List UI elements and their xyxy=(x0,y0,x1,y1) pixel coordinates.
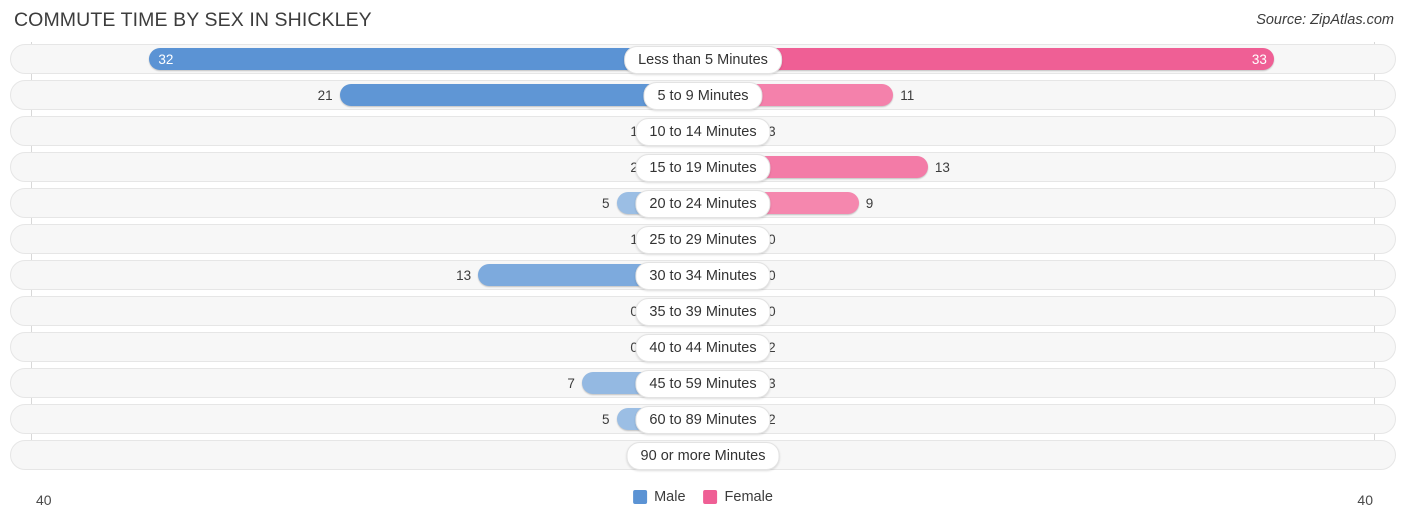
bar-value-male: 32 xyxy=(158,52,174,67)
bar-value-male: 5 xyxy=(601,196,610,211)
chart-row: 0 2 40 to 44 Minutes xyxy=(10,332,1396,362)
axis-label-left: 40 xyxy=(36,492,52,508)
chart-row: 1 3 10 to 14 Minutes xyxy=(10,116,1396,146)
legend-swatch-female-icon xyxy=(703,490,718,504)
category-label-pill: 90 or more Minutes xyxy=(626,442,780,470)
category-label-pill: 25 to 29 Minutes xyxy=(635,226,771,254)
bar-value-male: 13 xyxy=(456,268,472,283)
bar-value-female: 33 xyxy=(1251,52,1267,67)
chart-row: 0 0 35 to 39 Minutes xyxy=(10,296,1396,326)
chart-row: 0090 or more Minutes xyxy=(10,440,1396,470)
legend-item-male[interactable]: Male xyxy=(633,489,686,505)
legend-label-male: Male xyxy=(654,489,686,505)
bar-value-male: 7 xyxy=(567,376,575,391)
chart-row: 13 0 30 to 34 Minutes xyxy=(10,260,1396,290)
category-label-pill: Less than 5 Minutes xyxy=(624,46,782,74)
bar-value-female: 9 xyxy=(865,196,874,211)
chart-row: 2 13 15 to 19 Minutes xyxy=(10,152,1396,182)
category-label-pill: 40 to 44 Minutes xyxy=(635,334,771,362)
chart-row: 1 0 25 to 29 Minutes xyxy=(10,224,1396,254)
source-attribution: Source: ZipAtlas.com xyxy=(1256,12,1394,28)
chart-header: COMMUTE TIME BY SEX IN SHICKLEY Source: … xyxy=(0,0,1406,42)
chart-row: 5 9 20 to 24 Minutes xyxy=(10,188,1396,218)
chart-plot-area: 32 33 Less than 5 Minutes 21 11 5 to 9 Minute… xyxy=(0,42,1406,483)
category-label-pill: 60 to 89 Minutes xyxy=(635,406,771,434)
bar-value-female: 11 xyxy=(900,88,915,103)
legend-swatch-male-icon xyxy=(633,490,648,504)
chart-row: 5 2 60 to 89 Minutes xyxy=(10,404,1396,434)
bar-value-male: 21 xyxy=(317,88,333,103)
chart-row: 7 3 45 to 59 Minutes xyxy=(10,368,1396,398)
category-label-pill: 30 to 34 Minutes xyxy=(635,262,771,290)
page-title: COMMUTE TIME BY SEX IN SHICKLEY xyxy=(14,9,372,31)
chart-row: 32 33 Less than 5 Minutes xyxy=(10,44,1396,74)
legend-label-female: Female xyxy=(724,489,773,505)
legend-item-female[interactable]: Female xyxy=(703,489,773,505)
bar-female[interactable] xyxy=(703,48,1274,70)
axis-label-right: 40 xyxy=(1357,492,1373,508)
category-label-pill: 10 to 14 Minutes xyxy=(635,118,771,146)
chart-legend: Male Female xyxy=(633,489,773,505)
bar-value-female: 13 xyxy=(934,160,950,175)
chart-row: 21 11 5 to 9 Minutes xyxy=(10,80,1396,110)
category-label-pill: 35 to 39 Minutes xyxy=(635,298,771,326)
chart-footer: 40 40 Male Female xyxy=(0,483,1406,523)
bar-rows-container: 32 33 Less than 5 Minutes 21 11 5 to 9 Minute… xyxy=(10,44,1396,476)
category-label-pill: 15 to 19 Minutes xyxy=(635,154,771,182)
bar-value-male: 5 xyxy=(601,412,610,427)
category-label-pill: 5 to 9 Minutes xyxy=(643,82,763,110)
category-label-pill: 20 to 24 Minutes xyxy=(635,190,771,218)
category-label-pill: 45 to 59 Minutes xyxy=(635,370,771,398)
